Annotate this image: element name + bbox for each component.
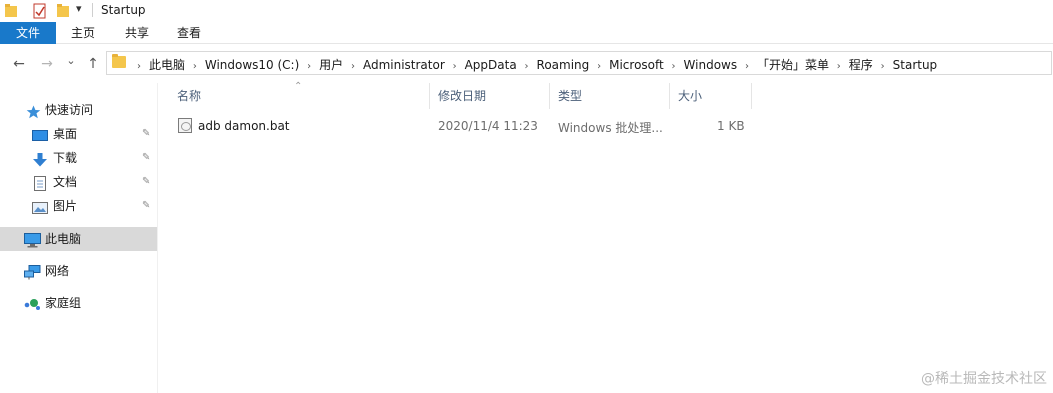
title-bar: ▾ Startup bbox=[0, 0, 1053, 22]
sidebar-item-pictures[interactable]: 图片 ✎ bbox=[0, 194, 157, 218]
navigation-bar: ← → ⌄ ↑ › 此电脑 › Windows10 (C:) › 用户 › Admini… bbox=[0, 45, 1053, 83]
breadcrumb: › 此电脑 › Windows10 (C:) › 用户 › Administrator … bbox=[133, 56, 937, 72]
column-header-name[interactable]: 名称 bbox=[169, 83, 430, 109]
folder-icon bbox=[4, 3, 18, 22]
download-icon bbox=[32, 151, 47, 167]
sidebar-item-quick-access[interactable]: 快速访问 bbox=[0, 98, 157, 122]
pictures-icon bbox=[32, 199, 48, 214]
new-folder-icon[interactable] bbox=[56, 3, 70, 22]
pin-icon[interactable]: ✎ bbox=[142, 170, 150, 194]
breadcrumb-separator[interactable]: › bbox=[525, 61, 529, 72]
sidebar-item-label: 桌面 bbox=[53, 127, 78, 141]
tab-share[interactable]: 共享 bbox=[110, 22, 164, 44]
tab-home[interactable]: 主页 bbox=[56, 22, 110, 44]
sidebar-item-label: 此电脑 bbox=[45, 232, 82, 246]
documents-icon bbox=[33, 175, 48, 191]
sidebar-item-this-pc[interactable]: 此电脑 bbox=[0, 227, 157, 251]
sidebar-item-desktop[interactable]: 桌面 ✎ bbox=[0, 122, 157, 146]
breadcrumb-separator[interactable]: › bbox=[837, 61, 841, 72]
breadcrumb-users[interactable]: 用户 bbox=[319, 56, 343, 73]
homegroup-icon bbox=[24, 296, 40, 310]
star-icon bbox=[26, 103, 41, 119]
forward-button[interactable]: → bbox=[38, 55, 56, 73]
breadcrumb-separator[interactable]: › bbox=[307, 61, 311, 72]
column-header-size[interactable]: 大小 bbox=[670, 83, 752, 109]
breadcrumb-start-menu[interactable]: 「开始」菜单 bbox=[757, 56, 829, 73]
tab-file[interactable]: 文件 bbox=[0, 22, 56, 44]
breadcrumb-separator[interactable]: › bbox=[672, 61, 676, 72]
file-modified: 2020/11/4 11:23 bbox=[438, 119, 538, 133]
sidebar-item-documents[interactable]: 文档 ✎ bbox=[0, 170, 157, 194]
file-type: Windows 批处理... bbox=[558, 121, 663, 135]
up-button[interactable]: ↑ bbox=[84, 55, 102, 73]
folder-icon bbox=[112, 54, 126, 68]
sidebar-item-downloads[interactable]: 下载 ✎ bbox=[0, 146, 157, 170]
navigation-pane: 快速访问 桌面 ✎ 下载 ✎ 文档 ✎ 图片 ✎ 此电脑 网络 家庭组 bbox=[0, 83, 158, 393]
ribbon: 文件 主页 共享 查看 bbox=[0, 22, 1053, 44]
breadcrumb-separator[interactable]: › bbox=[137, 61, 141, 72]
sidebar-item-label: 图片 bbox=[53, 199, 78, 213]
customize-qat-icon[interactable]: ▾ bbox=[76, 2, 82, 15]
breadcrumb-this-pc[interactable]: 此电脑 bbox=[149, 56, 185, 73]
sidebar-item-label: 下载 bbox=[53, 151, 78, 165]
breadcrumb-windows[interactable]: Windows bbox=[684, 58, 738, 72]
breadcrumb-roaming[interactable]: Roaming bbox=[537, 58, 590, 72]
file-name: adb damon.bat bbox=[198, 119, 290, 133]
file-size: 1 KB bbox=[717, 119, 745, 133]
pin-icon[interactable]: ✎ bbox=[142, 146, 150, 170]
breadcrumb-separator[interactable]: › bbox=[881, 61, 885, 72]
back-button[interactable]: ← bbox=[10, 55, 28, 73]
batch-file-icon bbox=[178, 118, 192, 133]
recent-locations-button[interactable]: ⌄ bbox=[62, 52, 80, 70]
file-list: ⌃ 名称 修改日期 类型 大小 adb damon.bat 2020/11/4 … bbox=[160, 81, 1053, 393]
breadcrumb-programs[interactable]: 程序 bbox=[849, 56, 873, 73]
table-row[interactable]: adb damon.bat 2020/11/4 11:23 Windows 批处… bbox=[170, 115, 755, 137]
sidebar-item-label: 家庭组 bbox=[45, 296, 82, 310]
breadcrumb-separator[interactable]: › bbox=[453, 61, 457, 72]
breadcrumb-startup[interactable]: Startup bbox=[893, 58, 938, 72]
pin-icon[interactable]: ✎ bbox=[142, 194, 150, 218]
breadcrumb-administrator[interactable]: Administrator bbox=[363, 58, 445, 72]
breadcrumb-drive-c[interactable]: Windows10 (C:) bbox=[205, 58, 299, 72]
tab-view[interactable]: 查看 bbox=[162, 22, 216, 44]
sidebar-item-label: 文档 bbox=[53, 175, 78, 189]
column-header-type[interactable]: 类型 bbox=[550, 83, 670, 109]
properties-check-icon[interactable] bbox=[33, 3, 47, 22]
sidebar-item-label: 快速访问 bbox=[45, 103, 94, 117]
pin-icon[interactable]: ✎ bbox=[142, 122, 150, 146]
breadcrumb-separator[interactable]: › bbox=[351, 61, 355, 72]
breadcrumb-separator[interactable]: › bbox=[745, 61, 749, 72]
watermark: @稀土掘金技术社区 bbox=[921, 371, 1047, 387]
sidebar-item-homegroup[interactable]: 家庭组 bbox=[0, 291, 157, 315]
breadcrumb-separator[interactable]: › bbox=[193, 61, 197, 72]
address-bar[interactable]: › 此电脑 › Windows10 (C:) › 用户 › Administrator … bbox=[106, 51, 1052, 75]
window-title: Startup bbox=[101, 3, 146, 17]
sidebar-item-network[interactable]: 网络 bbox=[0, 259, 157, 283]
column-header-modified[interactable]: 修改日期 bbox=[430, 83, 550, 109]
computer-icon bbox=[24, 232, 41, 248]
desktop-icon bbox=[32, 127, 48, 141]
breadcrumb-separator[interactable]: › bbox=[597, 61, 601, 72]
network-icon bbox=[24, 264, 41, 280]
title-separator bbox=[92, 3, 93, 17]
breadcrumb-microsoft[interactable]: Microsoft bbox=[609, 58, 664, 72]
sidebar-item-label: 网络 bbox=[45, 264, 70, 278]
breadcrumb-appdata[interactable]: AppData bbox=[465, 58, 517, 72]
